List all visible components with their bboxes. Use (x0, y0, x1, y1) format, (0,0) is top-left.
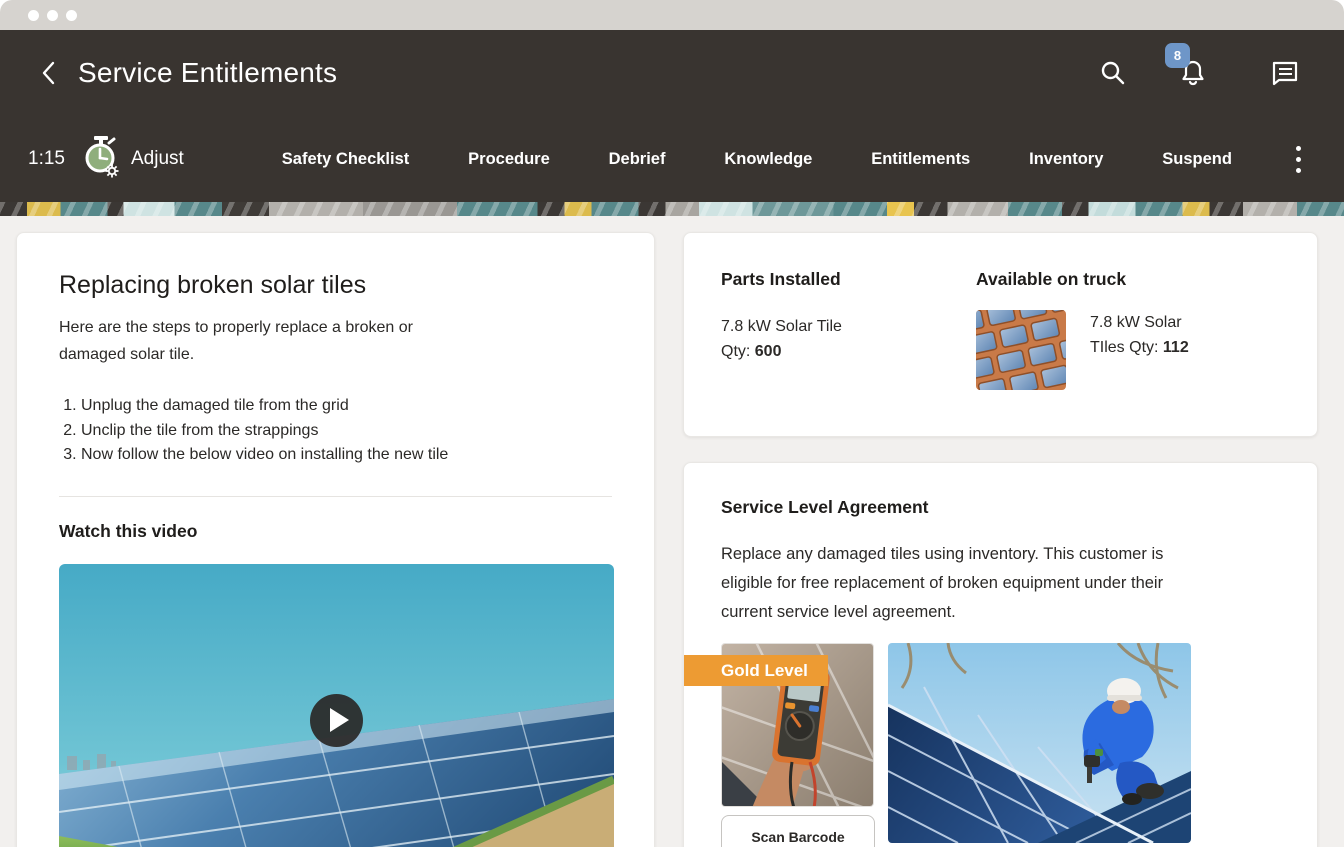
chat-icon (1270, 59, 1300, 87)
sla-heading: Service Level Agreement (721, 497, 1317, 518)
step-item: Unclip the tile from the strappings (81, 419, 612, 444)
notifications-button[interactable]: 8 (1178, 58, 1208, 88)
tab-inventory[interactable]: Inventory (1029, 150, 1103, 169)
video-heading: Watch this video (59, 521, 612, 542)
back-button[interactable] (36, 60, 62, 86)
technician-image (888, 643, 1191, 843)
solar-tiles-image (976, 310, 1066, 390)
chevron-left-icon (38, 60, 60, 86)
step-item: Unplug the damaged tile from the grid (81, 394, 612, 419)
available-truck-heading: Available on truck (976, 269, 1189, 290)
app-header: Service Entitlements 8 (0, 30, 1344, 202)
procedure-title: Replacing broken solar tiles (59, 271, 612, 300)
gold-level-badge: Gold Level (684, 655, 828, 686)
chat-button[interactable] (1270, 58, 1300, 88)
page-title: Service Entitlements (78, 57, 337, 89)
truck-item-name: 7.8 kW Solar (1090, 310, 1189, 335)
divider (59, 496, 612, 497)
window-dot[interactable] (66, 10, 77, 21)
window-dot[interactable] (47, 10, 58, 21)
scan-barcode-button[interactable]: Scan Barcode (721, 815, 875, 847)
procedure-card: Replacing broken solar tiles Here are th… (16, 232, 655, 847)
procedure-steps: Unplug the damaged tile from the grid Un… (59, 394, 612, 468)
timer-value: 1:15 (28, 148, 65, 170)
decorative-pattern-strip (0, 202, 1344, 216)
truck-item-qty: TIles Qty: 112 (1090, 335, 1189, 360)
tab-safety-checklist[interactable]: Safety Checklist (282, 150, 409, 169)
video-player[interactable] (59, 564, 614, 847)
adjust-label[interactable]: Adjust (131, 148, 184, 170)
header-nav: Safety Checklist Procedure Debrief Knowl… (282, 150, 1232, 169)
tab-suspend[interactable]: Suspend (1162, 150, 1232, 169)
play-icon (330, 708, 349, 732)
window-titlebar (0, 0, 1344, 30)
play-button[interactable] (310, 694, 363, 747)
procedure-intro: Here are the steps to properly replace a… (59, 314, 449, 368)
search-icon (1099, 59, 1127, 87)
window-dot[interactable] (28, 10, 39, 21)
tab-knowledge[interactable]: Knowledge (724, 150, 812, 169)
tab-debrief[interactable]: Debrief (609, 150, 666, 169)
notification-badge: 8 (1165, 43, 1190, 68)
stopwatch-adjust-icon[interactable] (79, 135, 121, 184)
tab-procedure[interactable]: Procedure (468, 150, 550, 169)
sla-body: Replace any damaged tiles using inventor… (721, 540, 1195, 627)
parts-card: Parts Installed 7.8 kW Solar Tile Qty: 6… (683, 232, 1318, 437)
overflow-menu-button[interactable] (1288, 146, 1308, 173)
gear-icon (105, 164, 118, 177)
step-item: Now follow the below video on installing… (81, 443, 612, 468)
sla-card: Service Level Agreement Replace any dama… (683, 462, 1318, 847)
search-button[interactable] (1098, 58, 1128, 88)
app-window: Service Entitlements 8 (0, 0, 1344, 847)
tab-entitlements[interactable]: Entitlements (871, 150, 970, 169)
